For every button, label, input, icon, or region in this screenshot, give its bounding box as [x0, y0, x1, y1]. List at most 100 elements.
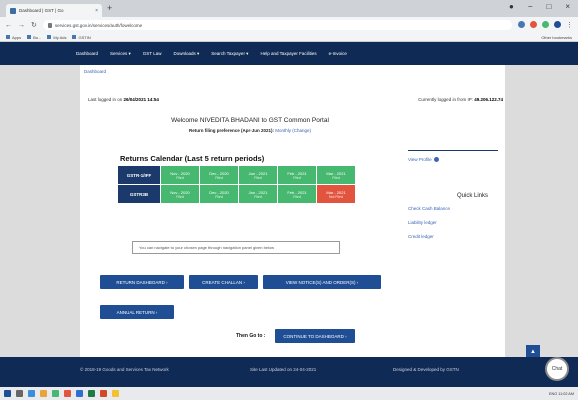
- bookmark-icon: [27, 35, 32, 39]
- edge-icon[interactable]: [28, 390, 35, 397]
- continue-to-dashboard-button[interactable]: CONTINUE TO DASHBOARD ›: [275, 329, 355, 343]
- profile-dot-icon[interactable]: ●: [509, 2, 514, 11]
- app-icon[interactable]: [52, 390, 59, 397]
- calendar-cell[interactable]: Nov - 2020 Filed: [161, 185, 199, 203]
- last-login-label: Last logged in on: [88, 97, 123, 102]
- menu-item-gst-law[interactable]: GST Law: [143, 51, 162, 56]
- footer-last-updated: Site Last Updated on 24-04-2021: [250, 367, 317, 372]
- start-icon[interactable]: [4, 390, 11, 397]
- menu-item-services[interactable]: Services ▾: [110, 51, 131, 57]
- back-icon[interactable]: ←: [5, 22, 12, 29]
- calendar-cell[interactable]: Jan - 2021 Filed: [239, 185, 277, 203]
- quick-link-credit-ledger[interactable]: Credit ledger: [408, 234, 498, 239]
- maximize-icon[interactable]: □: [546, 2, 551, 11]
- other-bookmarks[interactable]: Other bookmarks: [541, 35, 572, 40]
- portal-footer: © 2018-19 Goods and Services Tax Network…: [0, 357, 578, 387]
- calendar-cell-not-filed[interactable]: Mar - 2021 Not Filed: [317, 185, 355, 203]
- powerpoint-icon[interactable]: [100, 390, 107, 397]
- returns-calendar: GSTR-1/IFF Nov - 2020 Filed Dec - 2020 Fil…: [117, 165, 356, 204]
- close-tab-icon[interactable]: ×: [95, 8, 98, 14]
- calendar-cell[interactable]: Feb - 2021 Filed: [278, 166, 316, 184]
- lock-icon: [47, 22, 52, 28]
- app-icon[interactable]: [64, 390, 71, 397]
- minimize-icon[interactable]: −: [528, 2, 533, 11]
- menu-item-help[interactable]: Help and Taxpayer Facilities: [260, 51, 316, 56]
- quick-link-liability-ledger[interactable]: Liability ledger: [408, 220, 498, 225]
- url-text: services.gst.gov.in/services/auth/fowelc…: [54, 22, 143, 28]
- calendar-cell[interactable]: Mar - 2021 Filed: [317, 166, 355, 184]
- calendar-row: GSTR3B Nov - 2020 Filed Dec - 2020 Filed J…: [118, 185, 355, 203]
- returns-calendar-title: Returns Calendar (Last 5 return periods): [120, 154, 265, 163]
- view-profile-link[interactable]: View Profile: [408, 157, 498, 162]
- system-tray: ENG 11:02 AM: [548, 391, 574, 396]
- view-notices-button[interactable]: VIEW NOTICE(S) AND ORDER(S) ›: [263, 275, 381, 289]
- preference-value: Monthly: [275, 128, 291, 133]
- extension-icons: ⋮: [518, 21, 573, 29]
- search-icon[interactable]: [16, 390, 23, 397]
- browser-window: Dashboard | GST | Go × + ● − □ × ← → ↻ s…: [0, 0, 578, 400]
- excel-icon[interactable]: [88, 390, 95, 397]
- gst-favicon-icon: [10, 7, 16, 14]
- close-window-icon[interactable]: ×: [565, 2, 570, 11]
- ip-label: Currently logged in from IP:: [418, 97, 473, 102]
- forward-icon[interactable]: →: [18, 22, 25, 29]
- bookmark-item[interactable]: Bo...: [27, 35, 41, 40]
- create-challan-button[interactable]: CREATE CHALLAN ›: [189, 275, 258, 289]
- filing-preference: Return filing preference (Apr-Jun 2021):…: [80, 128, 380, 133]
- quick-links-title: Quick Links: [456, 193, 488, 199]
- quick-link-cash-balance[interactable]: Check Cash Balance: [408, 206, 498, 211]
- bookmark-item[interactable]: Apps: [6, 35, 21, 40]
- preference-label: Return filing preference (Apr-Jun 2021):: [188, 128, 274, 133]
- change-preference-link[interactable]: (Change): [292, 128, 311, 133]
- bookmark-icon: [47, 35, 52, 39]
- menu-item-e-invoice[interactable]: e-Invoice: [329, 51, 347, 56]
- footer-copyright: © 2018-19 Goods and Services Tax Network: [80, 367, 169, 372]
- folder-icon[interactable]: [40, 390, 47, 397]
- chat-bot-button[interactable]: Chat: [545, 357, 569, 381]
- bookmarks-bar: Apps Bo... My Ads GSTIN Other bookmarks: [0, 33, 578, 42]
- chrome-icon[interactable]: [112, 390, 119, 397]
- os-taskbar: ENG 11:02 AM: [0, 387, 578, 400]
- bookmark-item[interactable]: GSTIN: [72, 35, 91, 40]
- extension-icon[interactable]: [542, 21, 549, 28]
- breadcrumb[interactable]: Dashboard: [84, 69, 106, 74]
- return-dashboard-button[interactable]: RETURN DASHBOARD ›: [100, 275, 184, 289]
- return-type-label: GSTR-1/IFF: [118, 166, 160, 184]
- footer-designed-by: Designed & Developed by GSTN: [393, 367, 459, 372]
- new-tab-button[interactable]: +: [107, 3, 112, 13]
- menu-item-dashboard[interactable]: Dashboard: [76, 51, 98, 56]
- word-icon[interactable]: [76, 390, 83, 397]
- calendar-cell[interactable]: Dec - 2020 Filed: [200, 185, 238, 203]
- window-controls: ● − □ ×: [509, 2, 570, 11]
- reload-icon[interactable]: ↻: [31, 21, 37, 29]
- account-avatar-icon[interactable]: [554, 21, 561, 28]
- main-menu: Dashboard Services ▾ GST Law Downloads ▾…: [76, 42, 347, 65]
- url-input[interactable]: services.gst.gov.in/services/auth/fowelc…: [42, 20, 512, 30]
- browser-tabbar: Dashboard | GST | Go × + ● − □ ×: [0, 0, 578, 17]
- login-ip: Currently logged in from IP: 49.206.122.…: [418, 97, 503, 102]
- calendar-row: GSTR-1/IFF Nov - 2020 Filed Dec - 2020 Fil…: [118, 166, 355, 184]
- calendar-cell[interactable]: Nov - 2020 Filed: [161, 166, 199, 184]
- portal-nav-bar: Dashboard Services ▾ GST Law Downloads ▾…: [0, 42, 578, 65]
- profile-arrow-icon: [433, 157, 439, 162]
- calendar-cell[interactable]: Jan - 2021 Filed: [239, 166, 277, 184]
- apps-icon: [6, 35, 10, 39]
- calendar-cell[interactable]: Feb - 2021 Filed: [278, 185, 316, 203]
- extension-icon[interactable]: [518, 21, 525, 28]
- browser-tab[interactable]: Dashboard | GST | Go ×: [6, 4, 102, 17]
- dashboard-content: Dashboard Last logged in on 26/04/2021 1…: [80, 65, 505, 357]
- more-menu-icon[interactable]: ⋮: [566, 21, 573, 29]
- menu-item-search-taxpayer[interactable]: Search Taxpayer ▾: [211, 51, 248, 57]
- extension-icon[interactable]: [530, 21, 537, 28]
- return-type-label: GSTR3B: [118, 185, 160, 203]
- tab-title: Dashboard | GST | Go: [19, 8, 64, 13]
- bookmark-item[interactable]: My Ads: [47, 35, 66, 40]
- right-panel: View Profile Quick Links Check Cash Bala…: [408, 150, 498, 248]
- welcome-message: Welcome NIVEDITA BHADANI to GST Common P…: [171, 117, 329, 124]
- menu-item-downloads[interactable]: Downloads ▾: [173, 51, 199, 57]
- last-login: Last logged in on 26/04/2021 14:54: [88, 97, 159, 102]
- annual-return-button[interactable]: ANNUAL RETURN ›: [100, 305, 174, 319]
- then-go-to-label: Then Go to :: [236, 333, 266, 339]
- divider: [408, 150, 498, 151]
- calendar-cell[interactable]: Dec - 2020 Filed: [200, 166, 238, 184]
